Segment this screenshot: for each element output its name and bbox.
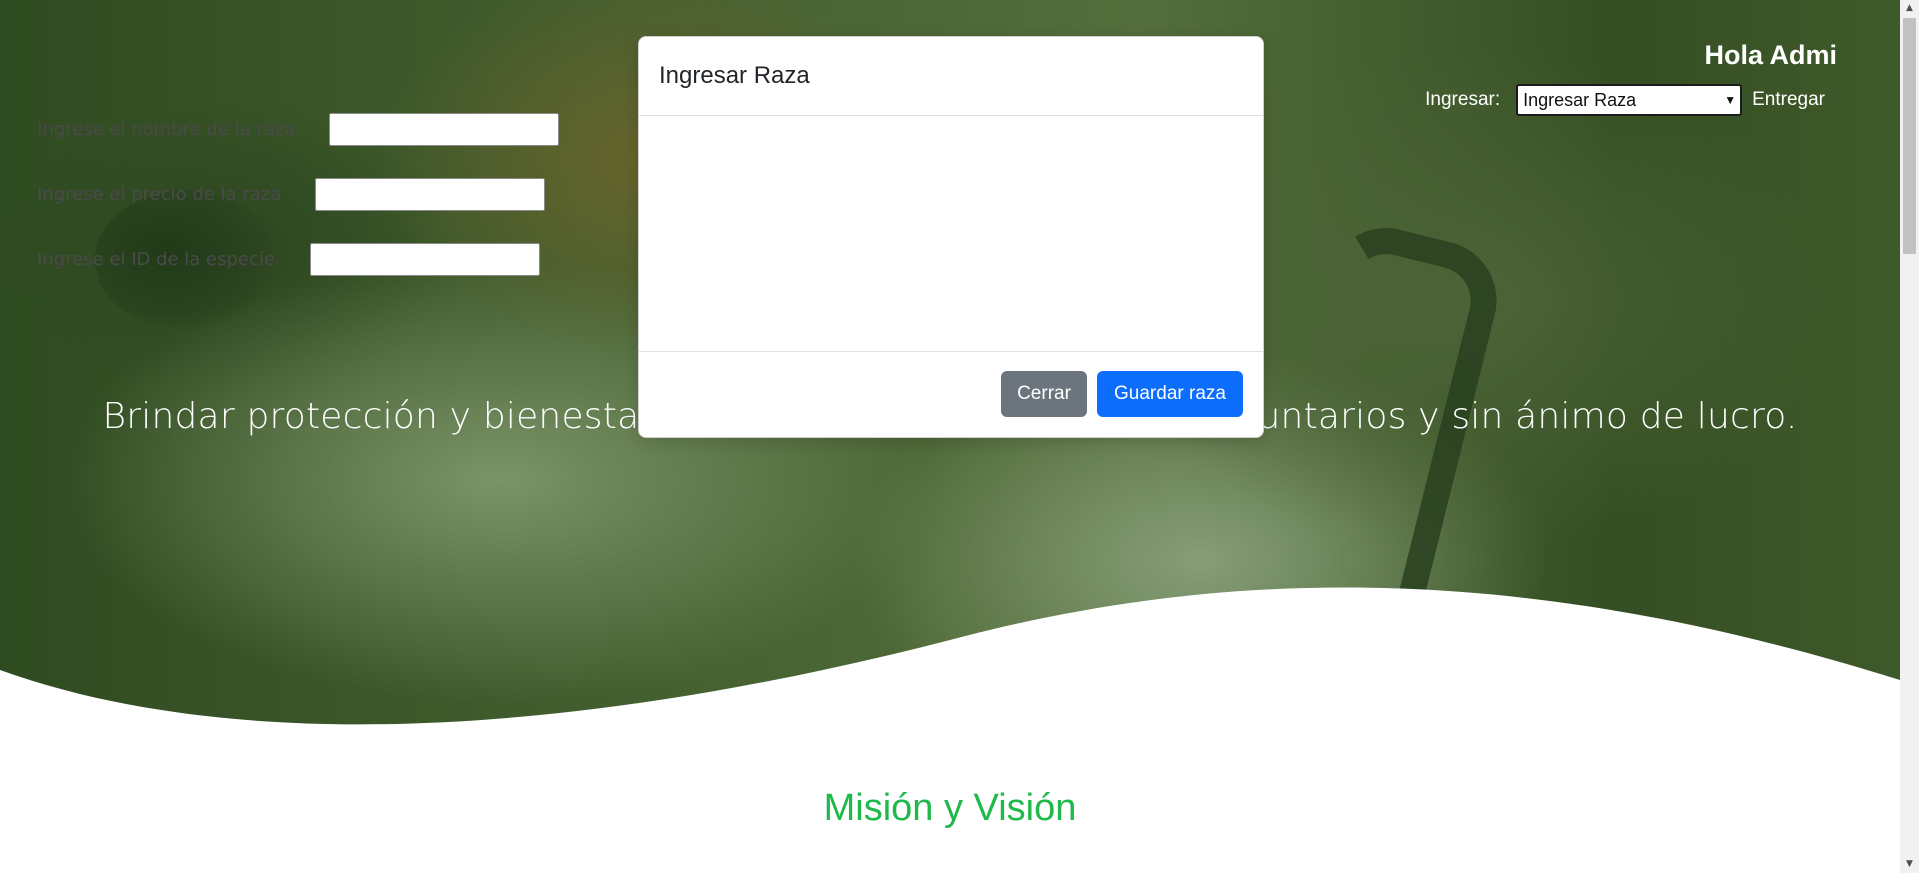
- cerrar-button[interactable]: Cerrar: [1001, 371, 1087, 417]
- ingresar-label: Ingresar:: [1425, 89, 1501, 110]
- guardar-raza-button[interactable]: Guardar raza: [1097, 371, 1243, 417]
- modal-title: Ingresar Raza: [659, 62, 810, 89]
- ingresar-select[interactable]: Ingresar Raza ▼: [1516, 84, 1743, 116]
- chevron-down-icon: ▼: [1724, 93, 1737, 107]
- modal-footer: Cerrar Guardar raza: [1001, 371, 1243, 417]
- raza-nombre-label: Ingrese el nombre de la raza: [37, 119, 296, 140]
- raza-precio-field: Ingrese el precio de la raza: [37, 178, 546, 211]
- raza-precio-label: Ingrese el precio de la raza: [37, 184, 282, 205]
- scrollbar-thumb[interactable]: [1903, 18, 1916, 254]
- scroll-down-icon[interactable]: ▼: [1900, 856, 1919, 873]
- modal-body: [639, 116, 1263, 352]
- scroll-up-icon[interactable]: ▲: [1900, 0, 1919, 17]
- especie-id-label: Ingrese el ID de la especie: [37, 249, 275, 270]
- hero-wave-divider: [0, 587, 1900, 760]
- header-nav: Ingresar: Ingresar Raza ▼ Entregar: [1425, 84, 1825, 116]
- section-title-mision-vision: Misión y Visión: [823, 787, 1077, 829]
- raza-nombre-field: Ingrese el nombre de la raza: [37, 113, 560, 146]
- page: Brindar protección y bienestar animal, m…: [0, 0, 1919, 873]
- ingresar-raza-modal: Ingresar Raza Cerrar Guardar raza: [638, 36, 1264, 438]
- entregar-link[interactable]: Entregar: [1752, 89, 1825, 111]
- especie-id-field: Ingrese el ID de la especie: [37, 243, 540, 276]
- raza-nombre-input[interactable]: [329, 113, 560, 146]
- greeting-text: Hola Admi: [1704, 40, 1837, 70]
- especie-id-input[interactable]: [309, 243, 540, 276]
- vertical-scrollbar[interactable]: ▲ ▼: [1900, 0, 1919, 873]
- raza-precio-input[interactable]: [315, 178, 546, 211]
- ingresar-select-value: Ingresar Raza: [1523, 89, 1637, 110]
- modal-header: Ingresar Raza: [639, 37, 1263, 116]
